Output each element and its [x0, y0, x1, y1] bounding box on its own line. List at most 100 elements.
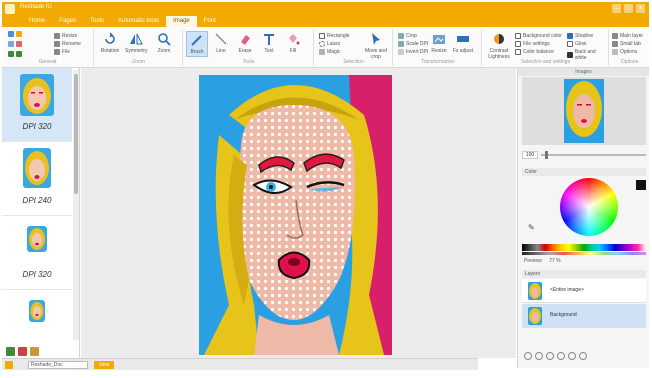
current-color-swatch[interactable] [636, 180, 646, 190]
zoom-value-field[interactable]: 100 [522, 151, 538, 159]
image-canvas[interactable] [81, 68, 516, 358]
color-palette[interactable] [522, 244, 646, 251]
tab-automatic-tools[interactable]: Automatic tools [111, 16, 166, 27]
file-icon [54, 49, 60, 55]
eyedropper-icon[interactable]: ✎ [528, 223, 535, 232]
crop-button[interactable]: Crop [398, 33, 417, 39]
lasso-button[interactable]: Lasso [319, 41, 340, 47]
resize-button[interactable]: Resize [428, 31, 450, 57]
color-section-header: Color [522, 168, 646, 176]
magic-wand-button[interactable]: Magic [319, 49, 340, 55]
maximize-button[interactable]: □ [624, 4, 633, 13]
main-image[interactable] [199, 75, 392, 355]
view-tag[interactable]: View [94, 361, 114, 369]
brush-button[interactable]: Brush [186, 31, 208, 57]
close-button[interactable]: × [636, 4, 645, 13]
preview-value[interactable]: 77 % [549, 258, 560, 264]
brush-icon [191, 35, 202, 46]
layer-name: Background [550, 312, 577, 318]
resize-small-button[interactable]: Resize [54, 33, 77, 39]
move-up-icon[interactable] [557, 352, 565, 360]
layer-settings-icon[interactable] [579, 352, 587, 360]
undo-button[interactable] [8, 51, 22, 57]
invert-dpi-button[interactable]: Invert DPI [398, 49, 428, 55]
group-label-settings: Selection and settings [521, 59, 570, 65]
ribbon-group-settings: Contrast Lightness Background color File… [483, 29, 609, 66]
resize-image-icon [433, 35, 445, 44]
contrast-button[interactable]: Contrast Lightness [487, 31, 511, 60]
file-settings-option[interactable]: File settings [515, 41, 550, 47]
eraser-icon [241, 35, 250, 45]
minimize-button[interactable]: – [612, 4, 621, 13]
add-layer-icon[interactable] [524, 352, 532, 360]
main-layer-option[interactable]: Main layer [612, 33, 643, 39]
scale-dpi-button[interactable]: Scale DPI [398, 41, 428, 47]
checkbox-icon [567, 41, 573, 47]
text-button[interactable]: Text [258, 31, 280, 57]
shadow-option[interactable]: Shadow [567, 33, 593, 39]
paint-bucket-icon [289, 34, 300, 45]
thumbnail-image [23, 148, 51, 188]
preview-label: Preview [524, 258, 542, 264]
layer-thumbnail [528, 282, 542, 300]
options-icon [612, 49, 618, 55]
zoom-slider[interactable] [541, 151, 646, 159]
erase-button[interactable]: Erase [234, 31, 256, 57]
small-tab-option[interactable]: Small tab [612, 41, 641, 47]
thumbnail-item[interactable]: DPI 320 [2, 68, 72, 142]
color-balance-option[interactable]: Color balance [515, 49, 554, 55]
move-down-icon[interactable] [568, 352, 576, 360]
color-wheel[interactable] [560, 178, 618, 236]
delete-layer-icon[interactable] [535, 352, 543, 360]
paste-button[interactable] [8, 41, 22, 47]
move-crop-button[interactable]: Move and crop [361, 31, 391, 60]
thumbnail-item[interactable]: DPI 240 [2, 142, 72, 216]
invert-icon [398, 49, 404, 55]
background-color-option[interactable]: Background color [515, 33, 562, 39]
layer-item[interactable]: Background [522, 304, 646, 328]
magnifier-icon [158, 33, 171, 46]
tab-pages[interactable]: Pages [52, 16, 83, 27]
rotation-button[interactable]: Rotation [99, 31, 121, 57]
navigator-preview[interactable] [522, 77, 646, 145]
folder-icon[interactable] [30, 347, 39, 356]
rotate-icon [105, 32, 115, 44]
delete-page-icon[interactable] [18, 347, 27, 356]
thumbnail-label: DPI 240 [22, 196, 52, 205]
shadow-icon [567, 33, 573, 39]
thumbnail-item[interactable] [2, 290, 72, 342]
symmetry-button[interactable]: Symmetry [125, 31, 148, 57]
new-image-button[interactable] [8, 31, 22, 37]
tab-image[interactable]: Image [166, 16, 197, 27]
add-page-icon[interactable] [6, 347, 15, 356]
scale-icon [398, 41, 404, 47]
glow-option[interactable]: Glow [567, 41, 586, 47]
status-help-icon[interactable] [5, 361, 13, 369]
line-button[interactable]: Line [210, 31, 232, 57]
checkbox-icon [515, 41, 521, 47]
thumbnail-scrollbar[interactable] [73, 70, 79, 340]
rename-button[interactable]: Rename [54, 41, 81, 47]
document-selector[interactable]: Reshade_Doc [28, 361, 88, 369]
duplicate-layer-icon[interactable] [546, 352, 554, 360]
scrollbar-thumb[interactable] [74, 74, 78, 194]
rectangle-icon [319, 33, 325, 39]
tab-font[interactable]: Font [197, 16, 223, 27]
tab-home[interactable]: Home [22, 16, 52, 27]
fx-adjust-button[interactable]: Fx adjust [452, 31, 474, 57]
tab-tools[interactable]: Tools [83, 16, 111, 27]
zoom-slider-handle[interactable] [545, 151, 548, 159]
undo-icon [8, 51, 14, 57]
options-option[interactable]: Options [612, 49, 637, 55]
lasso-icon [319, 41, 325, 47]
fill-button[interactable]: Fill [282, 31, 304, 57]
thumbnail-label: DPI 320 [22, 270, 52, 279]
file-button[interactable]: File [54, 49, 70, 55]
zoom-button[interactable]: Zoom [153, 31, 175, 57]
layer-item[interactable]: <Entire image> [522, 279, 646, 303]
color-palette-secondary[interactable] [522, 252, 646, 255]
thumbnail-list: DPI 320 DPI 240 DPI 320 [2, 68, 72, 342]
window-controls: – □ × [612, 4, 645, 13]
thumbnail-item[interactable]: DPI 320 [2, 216, 72, 290]
rectangle-select-button[interactable]: Rectangle [319, 33, 350, 39]
